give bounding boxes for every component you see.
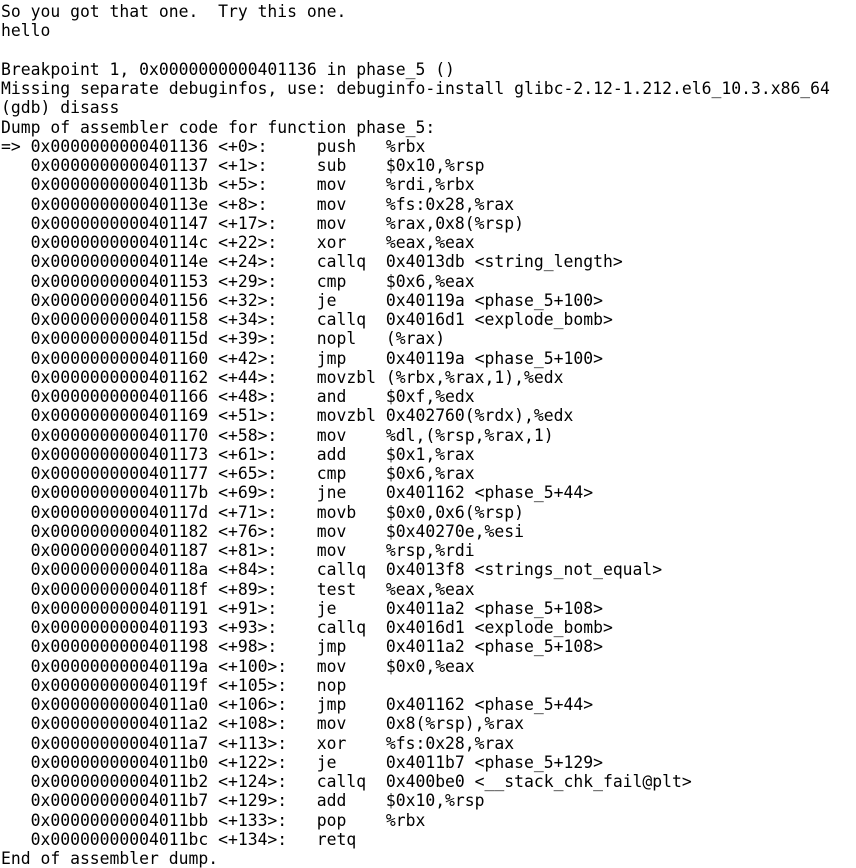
- terminal-line: Missing separate debuginfos, use: debugi…: [1, 79, 830, 98]
- terminal-line: 0x00000000004011b0 <+122>: je 0x4011b7 <…: [1, 752, 603, 772]
- terminal-line: 0x000000000040114e <+24>: callq 0x4013db…: [1, 252, 623, 272]
- terminal-line: 0x0000000000401193 <+93>: callq 0x4016d1…: [1, 618, 613, 637]
- terminal-line: 0x000000000040113b <+5>: mov %rdi,%rbx: [1, 175, 475, 195]
- terminal-line: 0x0000000000401160 <+42>: jmp 0x40119a <…: [1, 348, 603, 368]
- terminal-line: 0x00000000004011b2 <+124>: callq 0x400be…: [1, 772, 692, 791]
- terminal-line: 0x000000000040115d <+39>: nopl (%rax): [1, 329, 446, 349]
- terminal-line: 0x0000000000401162 <+44>: movzbl (%rbx,%…: [1, 367, 564, 387]
- terminal-line: 0x0000000000401187 <+81>: mov %rsp,%rdi: [1, 541, 475, 560]
- terminal-line: 0x0000000000401198 <+98>: jmp 0x4011a2 <…: [1, 637, 603, 657]
- terminal-line: 0x0000000000401166 <+48>: and $0xf,%edx: [1, 387, 475, 406]
- terminal-line: 0x0000000000401153 <+29>: cmp $0x6,%eax: [1, 271, 475, 291]
- terminal-line: 0x00000000004011a2 <+108>: mov 0x8(%rsp)…: [1, 714, 525, 734]
- terminal-line: 0x000000000040117b <+69>: jne 0x401162 <…: [1, 483, 594, 503]
- terminal-line: 0x0000000000401137 <+1>: sub $0x10,%rsp: [1, 156, 485, 175]
- terminal-line: 0x0000000000401147 <+17>: mov %rax,0x8(%…: [1, 213, 525, 233]
- terminal-line: 0x00000000004011a7 <+113>: xor %fs:0x28,…: [1, 733, 515, 753]
- terminal-line: 0x0000000000401170 <+58>: mov %dl,(%rsp,…: [1, 425, 554, 445]
- terminal-line: 0x000000000040119a <+100>: mov $0x0,%eax: [1, 656, 475, 676]
- terminal-line: So you got that one. Try this one.: [1, 2, 347, 21]
- terminal-line: 0x0000000000401156 <+32>: je 0x40119a <p…: [1, 290, 603, 310]
- terminal-line: hello: [1, 21, 51, 41]
- terminal-line: 0x00000000004011b7 <+129>: add $0x10,%rs…: [1, 791, 485, 811]
- terminal-line: 0x0000000000401177 <+65>: cmp $0x6,%rax: [1, 464, 475, 483]
- terminal-line: 0x000000000040118f <+89>: test %eax,%eax: [1, 579, 475, 599]
- terminal-line: 0x000000000040119f <+105>: nop: [1, 675, 347, 695]
- terminal-line: 0x00000000004011a0 <+106>: jmp 0x401162 …: [1, 695, 594, 714]
- terminal-line: 0x000000000040118a <+84>: callq 0x4013f8…: [1, 560, 663, 580]
- terminal-line: Dump of assembler code for function phas…: [1, 117, 436, 137]
- terminal-line: 0x00000000004011bc <+134>: retq: [1, 829, 386, 849]
- terminal-line: 0x0000000000401173 <+61>: add $0x1,%rax: [1, 444, 475, 464]
- terminal-line: 0x000000000040113e <+8>: mov %fs:0x28,%r…: [1, 194, 515, 214]
- terminal-line: 0x0000000000401182 <+76>: mov $0x40270e,…: [1, 521, 525, 541]
- terminal-line: Breakpoint 1, 0x0000000000401136 in phas…: [1, 59, 455, 79]
- terminal-line: 0x000000000040114c <+22>: xor %eax,%eax: [1, 233, 475, 252]
- terminal-line: 0x0000000000401169 <+51>: movzbl 0x40276…: [1, 406, 574, 426]
- terminal-line: 0x0000000000401191 <+91>: je 0x4011a2 <p…: [1, 598, 603, 618]
- terminal-screen[interactable]: So you got that one. Try this one. hello …: [0, 0, 856, 868]
- terminal-line: (gdb) disass: [1, 98, 120, 118]
- terminal-line: 0x000000000040117d <+71>: movb $0x0,0x6(…: [1, 502, 525, 522]
- terminal-line: 0x0000000000401158 <+34>: callq 0x4016d1…: [1, 310, 613, 329]
- current-instruction-line: => 0x0000000000401136 <+0>: push %rbx: [1, 136, 426, 156]
- terminal-line: 0x00000000004011bb <+133>: pop %rbx: [1, 810, 426, 830]
